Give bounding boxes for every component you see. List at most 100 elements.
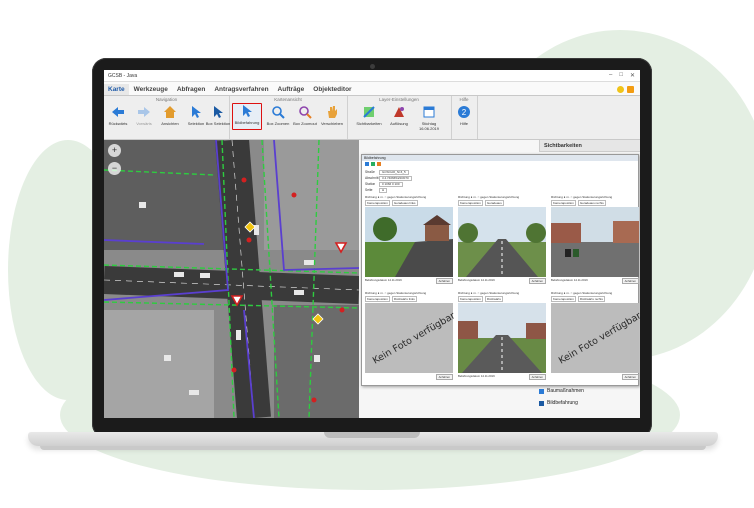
bildbefahrung-dialog: Bildbefahrung Straße GCSCHO_Nr.6_5 Abschn… (361, 154, 640, 386)
maximize-icon[interactable]: □ (619, 72, 623, 79)
camera-position-select[interactable]: Rückwärts links (391, 296, 417, 302)
panel-header: Sichtbarkeiten (539, 140, 640, 152)
dialog-title: Bildbefahrung (362, 155, 638, 161)
anfahren-button[interactable]: Anfahren (528, 374, 546, 380)
group-label: Hilfe (459, 97, 469, 102)
tab-antragsverfahren[interactable]: Antragsverfahren (210, 84, 272, 95)
street-field[interactable]: GCSCHO_Nr.6_5 (379, 169, 409, 175)
laptop-lid: GCSB - Java – □ ✕ Karte Werkzeuge Abfrag… (92, 58, 652, 438)
anfahren-button[interactable]: Anfahren (435, 278, 453, 284)
box-select-button[interactable]: Box Selektion (204, 105, 232, 126)
camera-position-select[interactable]: Rückwärts (484, 296, 503, 302)
arrow-left-icon (112, 107, 124, 117)
box-zoom-out-button[interactable]: Box Zoomout (291, 105, 319, 126)
layer-item-bildbefahrung[interactable]: Bildbefahrung (539, 400, 578, 406)
no-photo-placeholder: Kein Foto verfügbar (551, 303, 640, 373)
street-photo[interactable] (458, 303, 546, 373)
camera-cursor-icon (243, 105, 252, 117)
tab-werkzeuge[interactable]: Werkzeuge (130, 84, 172, 95)
tab-auftraege[interactable]: Aufträge (274, 84, 309, 95)
group-label: Kartenansicht (274, 97, 302, 102)
arrow-right-icon (138, 107, 150, 117)
group-navigation: Navigation Rückwärts Vorwärts Ansichten … (104, 96, 230, 139)
no-photo-placeholder: Kein Foto verfügbar (365, 303, 457, 373)
photo-cell: Richtung ● m. ○ gegen Stationierungsrich… (551, 195, 639, 287)
hand-icon (328, 106, 337, 118)
camera-position-select[interactable]: Geradeaus rechts (577, 200, 606, 206)
zoom-in-button[interactable]: + (108, 144, 121, 157)
section-field[interactable]: 3.4.7406654/20/070 (379, 175, 412, 181)
photo-cell: Richtung ● m. ○ gegen Stationierungsrich… (365, 291, 458, 380)
export-icon[interactable] (377, 162, 381, 166)
side-field[interactable]: H (379, 187, 388, 193)
cursor-icon (192, 106, 201, 118)
main-tabs: Karte Werkzeuge Abfragen Antragsverfahre… (104, 82, 640, 96)
group-layer-einstellungen: Layer-Einstellungen Sichtbarkeiten Auflö… (347, 96, 452, 139)
tab-abfragen[interactable]: Abfragen (173, 84, 210, 95)
app-window: GCSB - Java – □ ✕ Karte Werkzeuge Abfrag… (104, 70, 640, 418)
group-label: Navigation (155, 97, 178, 102)
photo-cell: Richtung ● m. ○ gegen Stationierungsrich… (551, 291, 640, 380)
photo-cell: Richtung ● m. ○ gegen Stationierungsrich… (458, 195, 546, 287)
dialog-form: Straße GCSCHO_Nr.6_5 Abschnitt 3.4.7406654… (365, 169, 412, 193)
laptop-foot (40, 446, 706, 450)
layers-icon (363, 106, 375, 118)
window-titlebar: GCSB - Java – □ ✕ (104, 70, 640, 82)
anfahren-button[interactable]: Anfahren (435, 374, 453, 380)
camera-position-select[interactable]: Geradeaus (484, 200, 504, 206)
forward-button[interactable]: Vorwärts (130, 105, 158, 126)
svg-text:2: 2 (462, 108, 467, 117)
zoom-out-icon (299, 106, 312, 119)
view-button[interactable]: Ansichten (156, 105, 184, 126)
visibilities-button[interactable]: Sichtbarkeiten (355, 105, 383, 126)
anfahren-button[interactable]: Anfahren (621, 374, 639, 380)
camera-position-select[interactable]: Geradeaus links (391, 200, 418, 206)
anfahren-button[interactable]: Anfahren (528, 278, 546, 284)
zoom-out-button[interactable]: − (108, 162, 121, 175)
camera-position-select[interactable]: Rückwärts rechts (577, 296, 605, 302)
camera-dot (370, 64, 375, 69)
date-button[interactable]: Stichtag 16.06.2019 (413, 105, 445, 131)
laptop-base (28, 432, 718, 446)
refresh-icon[interactable] (371, 162, 375, 166)
photo-cell: Richtung ● m. ○ gegen Stationierungsrich… (458, 291, 546, 383)
laptop-notch (324, 432, 420, 438)
group-kartenansicht: Kartenansicht Bildbefahrung Box Zoomen B… (229, 96, 348, 139)
photo-cell: Richtung ● m. ○ gegen Stationierungsrich… (365, 195, 453, 287)
move-button[interactable]: Verschieben (318, 105, 346, 126)
help-icon: 2 (458, 106, 470, 118)
back-button[interactable]: Rückwärts (104, 105, 132, 126)
station-field[interactable]: 0 1066 0 100 (379, 181, 403, 187)
street-photo[interactable] (551, 207, 639, 277)
calendar-icon (423, 106, 435, 118)
save-icon[interactable] (365, 162, 369, 166)
sun-icon[interactable] (617, 86, 624, 93)
right-panel: Sichtbarkeiten Bildbefahrung Straße GCSCH… (359, 140, 640, 418)
tab-karte[interactable]: Karte (104, 84, 129, 95)
close-icon[interactable]: ✕ (630, 72, 635, 79)
anfahren-button[interactable]: Anfahren (621, 278, 639, 284)
street-photo[interactable] (365, 207, 453, 277)
bildbefahrung-button[interactable]: Bildbefahrung (232, 103, 262, 130)
box-zoom-button[interactable]: Box Zoomen (264, 105, 292, 126)
group-hilfe: Hilfe 2 Hilfe (451, 96, 478, 139)
window-title: GCSB - Java (108, 72, 138, 79)
layer-icon (539, 400, 544, 406)
minimize-icon[interactable]: – (609, 72, 612, 79)
resolution-button[interactable]: Auflösung (385, 105, 413, 126)
tab-objekteditor[interactable]: Objekteditor (309, 84, 355, 95)
resolution-icon (394, 107, 404, 117)
map-view[interactable]: + − (104, 140, 359, 418)
aerial-map (104, 140, 359, 418)
star-icon[interactable] (627, 86, 634, 93)
home-icon (164, 106, 176, 118)
help-button[interactable]: 2 Hilfe (451, 105, 477, 126)
dialog-toolbar (365, 162, 381, 166)
layer-icon (539, 388, 544, 394)
layer-item-baumassnahmen[interactable]: Baumaßnahmen (539, 388, 584, 394)
street-photo[interactable] (458, 207, 546, 277)
box-cursor-icon (214, 106, 223, 118)
zoom-in-icon (272, 106, 285, 119)
ribbon-toolbar: Navigation Rückwärts Vorwärts Ansichten … (104, 96, 640, 140)
group-label: Layer-Einstellungen (379, 97, 419, 102)
